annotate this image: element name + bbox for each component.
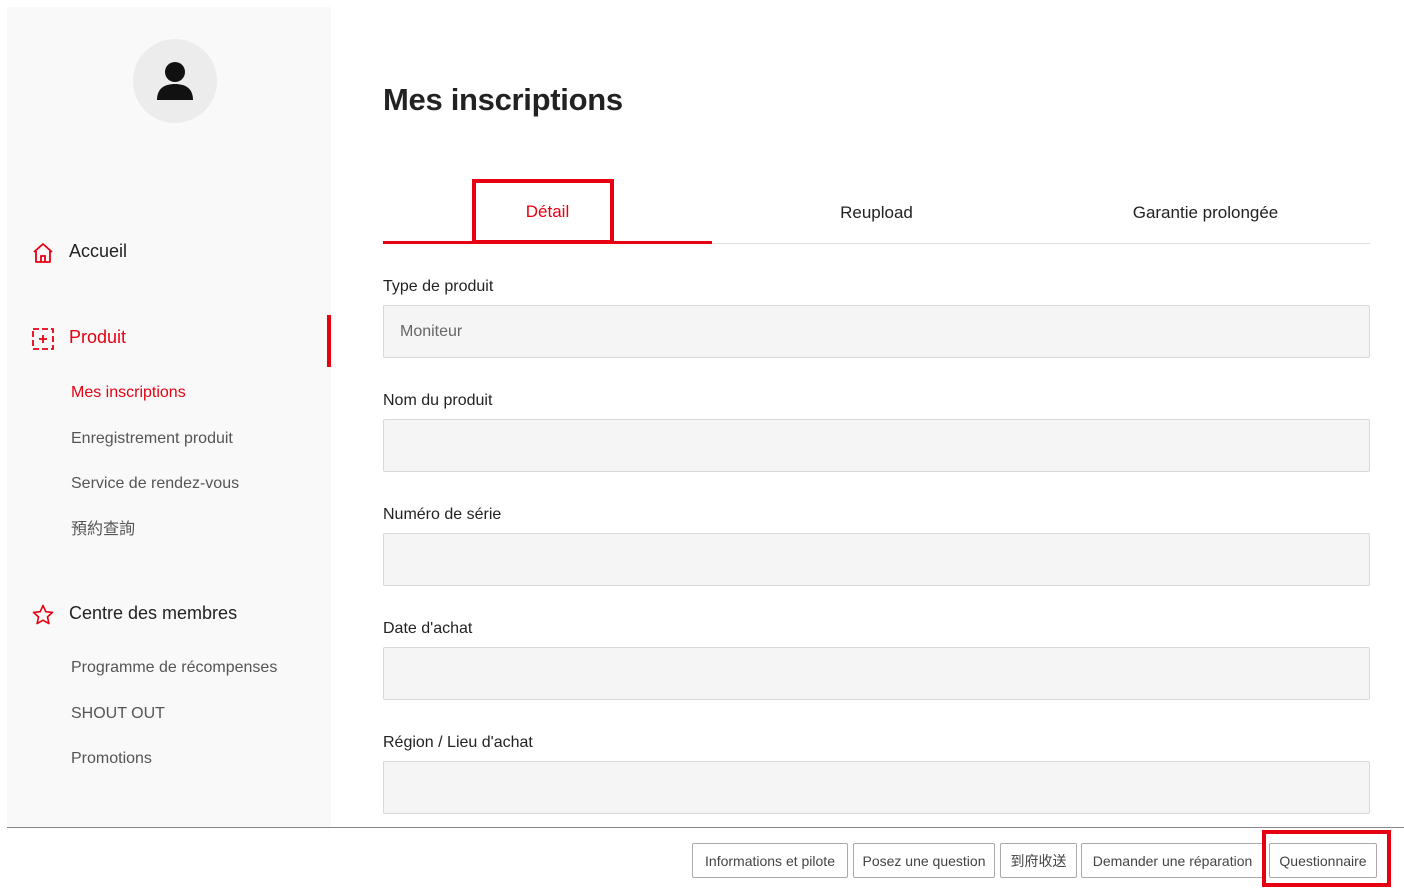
home-icon: [33, 243, 53, 263]
tab-garantie-prolongee[interactable]: Garantie prolongée: [1041, 182, 1370, 243]
field-label-purchase-date: Date d'achat: [383, 620, 473, 637]
serial-number-field[interactable]: [383, 533, 1370, 586]
sidebar-subitem-shout-out[interactable]: SHOUT OUT: [71, 703, 165, 725]
sidebar-item-home[interactable]: Accueil: [7, 231, 331, 271]
field-label-purchase-region: Région / Lieu d'achat: [383, 734, 533, 751]
user-icon: [157, 62, 193, 100]
ask-question-button[interactable]: Posez une question: [853, 843, 995, 878]
sidebar-item-product[interactable]: Produit: [7, 315, 331, 367]
field-label-serial-number: Numéro de série: [383, 506, 502, 523]
tab-reupload[interactable]: Reupload: [712, 182, 1041, 243]
active-indicator: [327, 315, 331, 367]
product-plus-icon: [32, 328, 54, 350]
request-repair-button[interactable]: Demander une réparation: [1081, 843, 1264, 878]
sidebar-subitem-appointment-query[interactable]: 預約查詢: [71, 519, 135, 541]
sidebar-subitem-enregistrement-produit[interactable]: Enregistrement produit: [71, 428, 233, 450]
sidebar-item-member-center[interactable]: Centre des membres: [7, 593, 331, 633]
sidebar-subitem-mes-inscriptions[interactable]: Mes inscriptions: [71, 382, 186, 404]
product-type-field[interactable]: [383, 305, 1370, 358]
sidebar: Accueil Produit Mes inscriptions Enregis…: [7, 7, 331, 827]
field-label-product-name: Nom du produit: [383, 392, 493, 409]
questionnaire-button[interactable]: Questionnaire: [1269, 843, 1377, 878]
page-title: Mes inscriptions: [383, 82, 623, 117]
footer-divider: [7, 827, 1404, 828]
avatar[interactable]: [133, 39, 217, 123]
purchase-date-field[interactable]: [383, 647, 1370, 700]
tab-bar: Détail Reupload Garantie prolongée: [383, 182, 1370, 244]
pickup-delivery-button[interactable]: 到府收送: [1000, 843, 1077, 878]
sidebar-item-label: Accueil: [69, 240, 128, 261]
info-driver-button[interactable]: Informations et pilote: [692, 843, 848, 878]
sidebar-item-label: Produit: [69, 326, 127, 347]
sidebar-item-label: Centre des membres: [69, 602, 238, 623]
star-icon: [32, 604, 54, 625]
purchase-region-field[interactable]: [383, 761, 1370, 814]
tab-detail[interactable]: Détail: [383, 182, 712, 244]
field-label-product-type: Type de produit: [383, 278, 494, 295]
sidebar-subitem-programme-recompenses[interactable]: Programme de récompenses: [71, 657, 277, 679]
sidebar-subitem-promotions[interactable]: Promotions: [71, 748, 152, 770]
sidebar-subitem-service-rendez-vous[interactable]: Service de rendez-vous: [71, 473, 239, 495]
product-name-field[interactable]: [383, 419, 1370, 472]
